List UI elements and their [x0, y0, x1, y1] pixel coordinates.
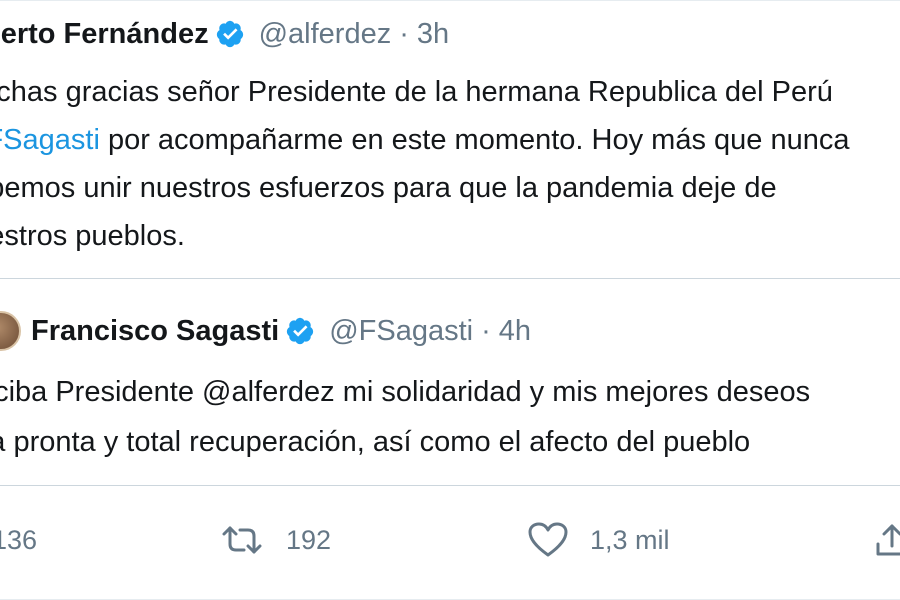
- quoted-tweet-card[interactable]: Francisco Sagasti @FSagasti · 4h Reciba …: [0, 278, 900, 486]
- avatar[interactable]: [0, 311, 21, 351]
- reply-count: 136: [0, 524, 38, 555]
- quoted-tweet-header: Francisco Sagasti @FSagasti · 4h: [0, 309, 531, 353]
- quoted-tweet-timestamp[interactable]: 4h: [499, 315, 531, 348]
- retweet-count: 192: [286, 524, 332, 555]
- like-button[interactable]: 1,3 mil: [528, 512, 670, 568]
- retweet-button[interactable]: 192: [220, 512, 331, 568]
- mention-link[interactable]: @FSagasti: [0, 124, 100, 156]
- tweet-actions: 136 192 1,3 mil: [0, 512, 900, 568]
- verified-badge-icon: [285, 316, 315, 346]
- like-count: 1,3 mil: [590, 524, 670, 555]
- quoted-author-handle[interactable]: @FSagasti: [329, 315, 473, 348]
- tweet-text-line: @FSagasti por acompañarme en este moment…: [0, 116, 900, 164]
- tweet-timestamp[interactable]: 3h: [417, 18, 449, 51]
- separator-dot: ·: [399, 17, 409, 50]
- quoted-text-line: Reciba Presidente @alferdez mi solidarid…: [0, 376, 811, 408]
- reply-button[interactable]: 136: [0, 512, 37, 568]
- share-button[interactable]: [874, 512, 900, 568]
- author-handle[interactable]: @alferdez: [259, 18, 392, 51]
- tweet-view: Alberto Fernández @alferdez · 3h Muchas …: [0, 0, 900, 600]
- separator-dot: ·: [481, 314, 491, 347]
- quoted-tweet-text: Reciba Presidente @alferdez mi solidarid…: [0, 367, 900, 467]
- retweet-icon: [220, 524, 264, 556]
- tweet-header: Alberto Fernández @alferdez · 3h: [0, 14, 449, 54]
- share-icon: [874, 522, 900, 558]
- author-name[interactable]: Alberto Fernández: [0, 18, 209, 51]
- quoted-text-line: una pronta y total recuperación, así com…: [0, 426, 751, 458]
- heart-icon: [528, 522, 568, 558]
- tweet-text-segment: por acompañarme en este momento. Hoy más…: [99, 124, 850, 156]
- divider: [0, 0, 900, 1]
- tweet-text-line: Muchas gracias señor Presidente de la he…: [0, 76, 833, 108]
- verified-badge-icon: [215, 19, 245, 49]
- tweet-text: Muchas gracias señor Presidente de la he…: [0, 68, 900, 260]
- quoted-author-name[interactable]: Francisco Sagasti: [31, 315, 279, 348]
- tweet-text-line: nuestros pueblos.: [0, 220, 185, 252]
- tweet-text-line: debemos unir nuestros esfuerzos para que…: [0, 172, 777, 204]
